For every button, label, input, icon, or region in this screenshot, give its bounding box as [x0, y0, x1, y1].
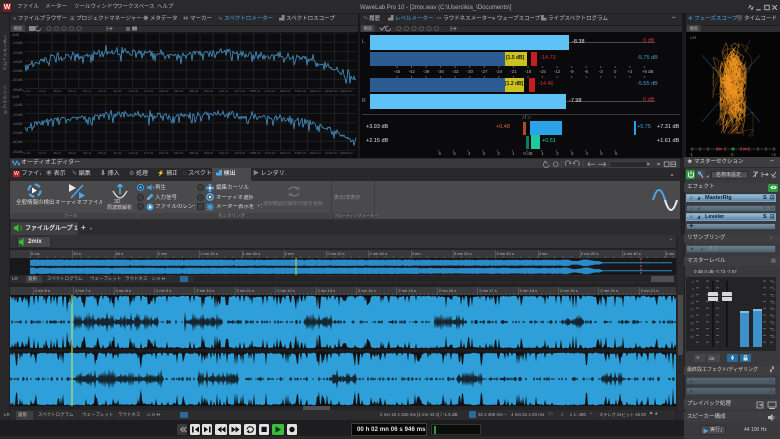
svg-text:-9: -9 — [691, 287, 694, 291]
svg-text:-24: -24 — [770, 308, 775, 312]
svg-text:-48: -48 — [770, 335, 775, 339]
svg-text:-48: -48 — [689, 335, 694, 339]
svg-text:-18: -18 — [770, 301, 775, 305]
svg-text:-36: -36 — [770, 321, 775, 325]
svg-text:-42: -42 — [689, 328, 694, 332]
svg-text:-12: -12 — [770, 294, 775, 298]
svg-text:-18: -18 — [689, 301, 694, 305]
svg-text:-42: -42 — [770, 328, 775, 332]
svg-text:-12: -12 — [689, 294, 694, 298]
svg-text:-9: -9 — [772, 287, 775, 291]
svg-text:-30: -30 — [770, 315, 775, 319]
svg-text:-24: -24 — [689, 308, 694, 312]
svg-text:-6: -6 — [772, 281, 775, 285]
svg-text:-6: -6 — [691, 281, 694, 285]
svg-text:-30: -30 — [689, 315, 694, 319]
svg-text:-36: -36 — [689, 321, 694, 325]
